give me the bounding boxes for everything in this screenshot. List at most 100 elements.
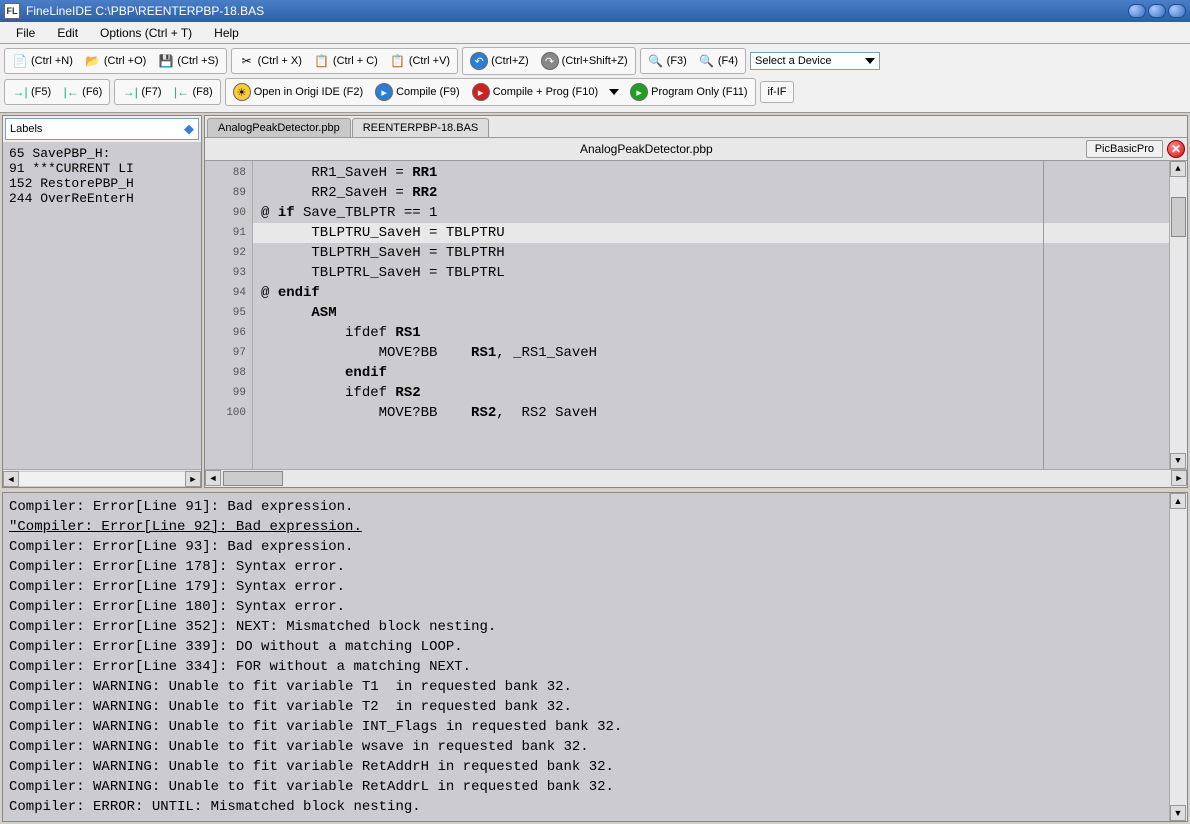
label-item[interactable]: 65 SavePBP_H: (9, 146, 195, 161)
main-area: Labels ◆ 65 SavePBP_H:91 ***CURRENT LI15… (0, 113, 1190, 490)
code-line[interactable]: ifdef RS1 (253, 323, 1169, 343)
menu-options[interactable]: Options (Ctrl + T) (90, 24, 202, 42)
code-lines[interactable]: RR1_SaveH = RR1 RR2_SaveH = RR2@ if Save… (253, 161, 1169, 469)
code-line[interactable]: RR1_SaveH = RR1 (253, 163, 1169, 183)
editor-tab[interactable]: REENTERPBP-18.BAS (352, 118, 490, 137)
hscroll-thumb[interactable] (223, 471, 283, 486)
code-line[interactable]: TBLPTRH_SaveH = TBLPTRH (253, 243, 1169, 263)
scroll-down-icon[interactable]: ▼ (1170, 453, 1186, 469)
close-window-button[interactable] (1168, 4, 1186, 18)
label-item[interactable]: 244 OverReEnterH (9, 191, 195, 206)
label-item[interactable]: 152 RestorePBP_H (9, 176, 195, 191)
label-item[interactable]: 91 ***CURRENT LI (9, 161, 195, 176)
output-line: Compiler: WARNING: Unable to fit variabl… (9, 737, 1163, 757)
open-file-button[interactable]: 📂(Ctrl +O) (80, 50, 151, 72)
code-line[interactable]: MOVE?BB RS1, _RS1_SaveH (253, 343, 1169, 363)
sidebar-hscrollbar[interactable]: ◄ ► (3, 469, 201, 487)
redo-button[interactable]: ↷(Ctrl+Shift+Z) (536, 49, 633, 73)
code-line[interactable]: TBLPTRL_SaveH = TBLPTRL (253, 263, 1169, 283)
undo-button[interactable]: ↶(Ctrl+Z) (465, 49, 534, 73)
compile-button[interactable]: ▸Compile (F9) (370, 80, 465, 104)
f5-button[interactable]: →|(F5) (7, 81, 56, 103)
scroll-track[interactable] (19, 471, 185, 487)
outdent-icon: |← (63, 84, 79, 100)
if-text-label: if-IF (763, 83, 792, 101)
copy-label: (Ctrl + C) (333, 55, 378, 67)
labels-dropdown[interactable]: Labels ◆ (5, 118, 199, 140)
close-file-button[interactable]: ✕ (1167, 140, 1185, 158)
search-next-icon: 🔍 (699, 53, 715, 69)
menu-edit[interactable]: Edit (47, 24, 88, 42)
output-line: "Compiler: Error[Line 92]: Bad expressio… (9, 517, 1163, 537)
window-controls (1128, 4, 1186, 18)
cut-button[interactable]: ✂(Ctrl + X) (234, 50, 307, 72)
menu-file[interactable]: File (6, 24, 45, 42)
find-next-button[interactable]: 🔍(F4) (694, 50, 743, 72)
scroll-left-icon[interactable]: ◄ (205, 470, 221, 486)
save-file-button[interactable]: 💾(Ctrl +S) (153, 50, 223, 72)
code-line[interactable]: TBLPTRU_SaveH = TBLPTRU (253, 223, 1169, 243)
scroll-up-icon[interactable]: ▲ (1170, 161, 1186, 177)
hscroll-track[interactable] (221, 470, 1171, 487)
vscroll-track[interactable] (1170, 177, 1187, 453)
save-icon: 💾 (158, 53, 174, 69)
f6-label: (F6) (82, 86, 102, 98)
code-area[interactable]: 888990919293949596979899100 RR1_SaveH = … (205, 161, 1187, 469)
vscroll-track[interactable] (1170, 509, 1187, 805)
code-line[interactable]: endif (253, 363, 1169, 383)
output-line: Compiler: Error[Line 178]: Syntax error. (9, 557, 1163, 577)
editor-hscrollbar[interactable]: ◄ ► (205, 469, 1187, 487)
progonly-label: Program Only (F11) (651, 86, 747, 98)
output-line: Compiler: ERROR: UNTIL: Mismatched block… (9, 797, 1163, 817)
output-line: Compiler: WARNING: Unable to fit variabl… (9, 697, 1163, 717)
chevron-down-icon[interactable] (609, 89, 619, 95)
find-button[interactable]: 🔍(F3) (643, 50, 692, 72)
output-line: Compiler: Error[Line 93]: Bad expression… (9, 537, 1163, 557)
code-line[interactable]: @ endif (253, 283, 1169, 303)
program-only-button[interactable]: ▸Program Only (F11) (625, 80, 752, 104)
editor-tabs: AnalogPeakDetector.pbpREENTERPBP-18.BAS (205, 116, 1187, 138)
new-file-icon: 📄 (12, 53, 28, 69)
f6-button[interactable]: |←(F6) (58, 81, 107, 103)
code-line[interactable]: ASM (253, 303, 1169, 323)
output-line: Compiler: Error[Line 179]: Syntax error. (9, 577, 1163, 597)
open-orig-ide-button[interactable]: ☀Open in Origi IDE (F2) (228, 80, 368, 104)
scroll-right-icon[interactable]: ► (1171, 470, 1187, 486)
paste-button[interactable]: 📋(Ctrl +V) (385, 50, 455, 72)
device-select[interactable]: Select a Device (750, 52, 880, 70)
output-vscrollbar[interactable]: ▲ ▼ (1169, 493, 1187, 821)
f5-label: (F5) (31, 86, 51, 98)
file-title: AnalogPeakDetector.pbp (207, 140, 1086, 158)
indent-icon: →| (12, 84, 28, 100)
copy-icon: 📋 (314, 53, 330, 69)
labels-list[interactable]: 65 SavePBP_H:91 ***CURRENT LI152 Restore… (3, 142, 201, 469)
play-green-icon: ▸ (630, 83, 648, 101)
compile-prog-button[interactable]: ▸Compile + Prog (F10) (467, 80, 603, 104)
scroll-right-icon[interactable]: ► (185, 471, 201, 487)
f8-button[interactable]: |←(F8) (169, 81, 218, 103)
output-line: Compiler: Error[Line 352]: NEXT: Mismatc… (9, 617, 1163, 637)
scroll-left-icon[interactable]: ◄ (3, 471, 19, 487)
editor-vscrollbar[interactable]: ▲ ▼ (1169, 161, 1187, 469)
editor-tab[interactable]: AnalogPeakDetector.pbp (207, 118, 351, 137)
menubar: File Edit Options (Ctrl + T) Help (0, 22, 1190, 44)
minimize-button[interactable] (1128, 4, 1146, 18)
code-line[interactable]: @ if Save_TBLPTR == 1 (253, 203, 1169, 223)
scroll-up-icon[interactable]: ▲ (1170, 493, 1186, 509)
code-line[interactable]: ifdef RS2 (253, 383, 1169, 403)
maximize-button[interactable] (1148, 4, 1166, 18)
f8-label: (F8) (193, 86, 213, 98)
new-file-button[interactable]: 📄(Ctrl +N) (7, 50, 78, 72)
menu-help[interactable]: Help (204, 24, 249, 42)
cut-label: (Ctrl + X) (258, 55, 302, 67)
f7-button[interactable]: →|(F7) (117, 81, 166, 103)
code-line[interactable]: RR2_SaveH = RR2 (253, 183, 1169, 203)
paste-label: (Ctrl +V) (409, 55, 450, 67)
scroll-down-icon[interactable]: ▼ (1170, 805, 1186, 821)
vscroll-thumb[interactable] (1171, 197, 1186, 237)
play-red-icon: ▸ (472, 83, 490, 101)
output-line: Compiler: Error[Line 91]: Bad expression… (9, 497, 1163, 517)
copy-button[interactable]: 📋(Ctrl + C) (309, 50, 383, 72)
code-line[interactable]: MOVE?BB RS2, RS2 SaveH (253, 403, 1169, 423)
compiler-output[interactable]: Compiler: Error[Line 91]: Bad expression… (3, 493, 1169, 821)
